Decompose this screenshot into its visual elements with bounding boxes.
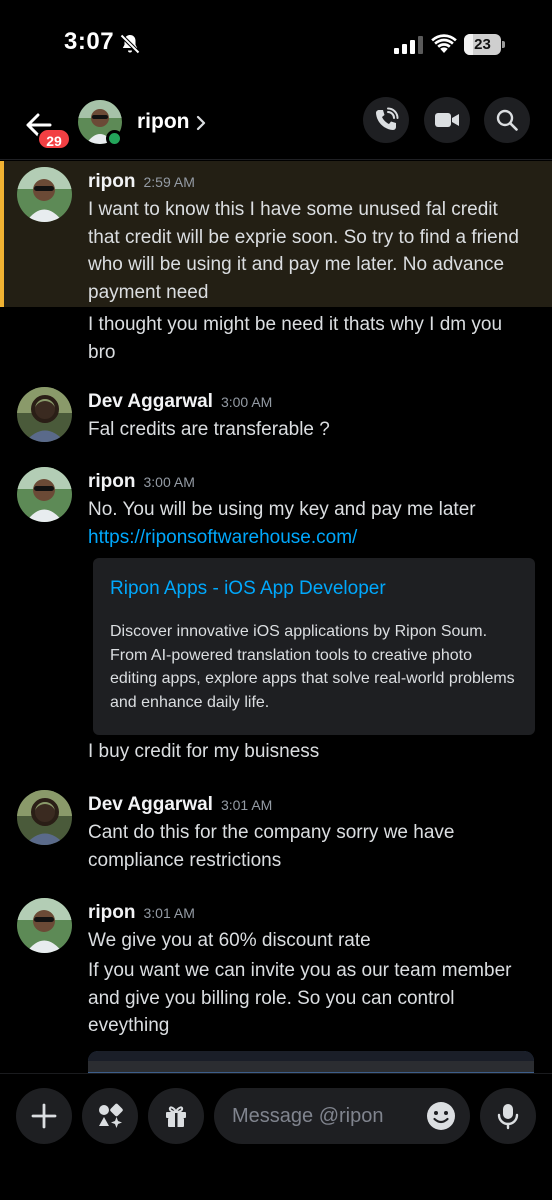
search-icon (496, 109, 518, 131)
avatar[interactable] (17, 467, 72, 522)
video-call-button[interactable] (424, 97, 470, 143)
mention-highlight-bar (0, 161, 4, 307)
message-text: We give you at 60% discount rate (88, 930, 371, 951)
status-time: 3:07 (64, 28, 115, 55)
message-timestamp: 3:01 AM (143, 905, 195, 921)
voice-message-button[interactable] (480, 1088, 536, 1144)
avatar-photo (17, 167, 72, 222)
link-embed[interactable]: Ripon Apps - iOS App Developer Discover … (93, 558, 535, 735)
message-text: Fal credits are transferable ? (88, 419, 330, 440)
message-author[interactable]: ripon 2:59 AM (88, 171, 195, 193)
message-input[interactable] (232, 1088, 412, 1144)
avatar-photo (17, 790, 72, 845)
apps-button[interactable] (82, 1088, 138, 1144)
apps-icon (99, 1103, 123, 1128)
attachment-titlebar (88, 1061, 534, 1072)
add-attachment-button[interactable] (16, 1088, 72, 1144)
avatar-photo (17, 898, 72, 953)
message-text: I buy credit for my buisness (88, 741, 320, 762)
message-author[interactable]: ripon 3:00 AM (88, 471, 195, 493)
message-author[interactable]: Dev Aggarwal 3:01 AM (88, 794, 272, 816)
battery-nub (502, 41, 505, 48)
image-attachment[interactable] (88, 1051, 534, 1073)
author-name[interactable]: ripon (88, 471, 136, 492)
avatar[interactable] (17, 898, 72, 953)
mute-bell-icon (119, 33, 141, 55)
avatar[interactable] (17, 167, 72, 222)
message-timestamp: 3:01 AM (220, 797, 273, 813)
message-author[interactable]: ripon 3:01 AM (88, 902, 195, 924)
wifi-icon (431, 34, 457, 53)
discord-dm-screen: 3:07 23 29 ripon ripon 2:59 AM I want to… (0, 0, 552, 1200)
embed-title[interactable]: Ripon Apps - iOS App Developer (110, 578, 386, 600)
signal-icon (394, 36, 423, 54)
chevron-right-icon[interactable] (194, 113, 208, 133)
message-text: I want to know this I have some unused f… (88, 199, 519, 303)
phone-icon (376, 107, 399, 130)
message-timestamp: 2:59 AM (143, 174, 195, 190)
online-status-dot (106, 130, 123, 147)
message-list[interactable]: ripon 2:59 AM I want to know this I have … (0, 161, 552, 1073)
author-name[interactable]: Dev Aggarwal (88, 391, 213, 412)
avatar-photo (17, 387, 72, 442)
gift-icon (166, 1106, 186, 1127)
video-icon (435, 113, 459, 127)
status-bar: 3:07 23 (0, 0, 552, 90)
avatar-photo (17, 467, 72, 522)
message-link[interactable]: https://riponsoftwarehouse.com/ (88, 527, 357, 549)
message-text: Cant do this for the company sorry we ha… (88, 822, 455, 871)
avatar[interactable] (17, 790, 72, 845)
author-name[interactable]: ripon (88, 902, 136, 923)
message-composer (0, 1073, 552, 1200)
embed-description: Discover innovative iOS applications by … (110, 623, 515, 711)
message-author[interactable]: Dev Aggarwal 3:00 AM (88, 391, 272, 413)
message-timestamp: 3:00 AM (143, 474, 195, 490)
battery-indicator: 23 (464, 34, 506, 55)
voice-call-button[interactable] (363, 97, 409, 143)
microphone-icon (497, 1104, 519, 1130)
battery-level: 23 (474, 36, 491, 53)
dm-recipient-name[interactable]: ripon (137, 110, 190, 134)
attachment-menubar (88, 1051, 534, 1061)
avatar[interactable] (17, 387, 72, 442)
emoji-icon[interactable] (425, 1100, 457, 1132)
message-input-wrapper (214, 1088, 470, 1144)
author-name[interactable]: Dev Aggarwal (88, 794, 213, 815)
plus-icon (31, 1103, 57, 1129)
message-text: If you want we can invite you as our tea… (88, 960, 512, 1036)
message-text: I thought you might be need it thats why… (88, 314, 503, 363)
gift-button[interactable] (148, 1088, 204, 1144)
unread-count-badge: 29 (37, 128, 71, 150)
search-button[interactable] (484, 97, 530, 143)
author-name[interactable]: ripon (88, 171, 136, 192)
message-text: No. You will be using my key and pay me … (88, 499, 476, 520)
message-timestamp: 3:00 AM (220, 394, 273, 410)
